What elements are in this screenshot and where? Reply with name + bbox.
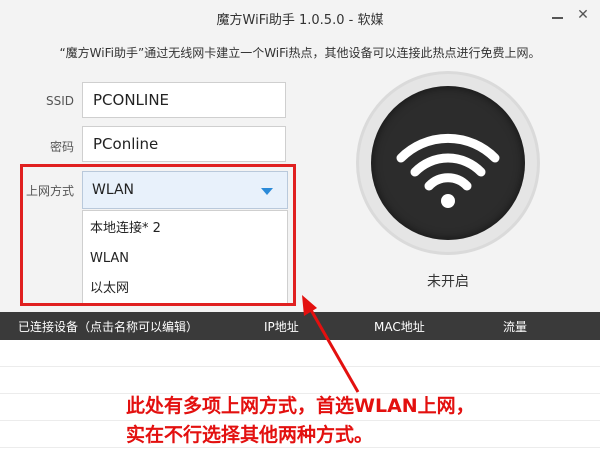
minimize-icon bbox=[551, 17, 563, 19]
wifi-icon bbox=[396, 133, 500, 208]
table-row-divider bbox=[0, 366, 600, 367]
column-header-mac[interactable]: MAC地址 bbox=[374, 318, 425, 335]
title-bar: 魔方WiFi助手 1.0.5.0 - 软媒 ✕ bbox=[0, 0, 600, 34]
annotation-line-1: 此处有多项上网方式，首选WLAN上网， bbox=[126, 395, 475, 417]
hotspot-button-face bbox=[371, 86, 525, 240]
app-window: 魔方WiFi助手 1.0.5.0 - 软媒 ✕ “魔方WiFi助手”通过无线网卡… bbox=[0, 0, 600, 475]
column-header-ip[interactable]: IP地址 bbox=[264, 318, 299, 335]
devices-table-header: 已连接设备（点击名称可以编辑） IP地址 MAC地址 流量 bbox=[0, 312, 600, 340]
password-input[interactable] bbox=[82, 126, 286, 162]
annotation-text: 此处有多项上网方式，首选WLAN上网， 实在不行选择其他两种方式。 bbox=[126, 392, 596, 450]
description-text: “魔方WiFi助手”通过无线网卡建立一个WiFi热点，其他设备可以连接此热点进行… bbox=[59, 46, 541, 60]
close-icon: ✕ bbox=[577, 7, 589, 23]
annotation-highlight-box bbox=[20, 164, 296, 306]
close-button[interactable]: ✕ bbox=[571, 4, 595, 26]
annotation-line-2: 实在不行选择其他两种方式。 bbox=[126, 424, 374, 446]
window-title: 魔方WiFi助手 1.0.5.0 - 软媒 bbox=[216, 13, 384, 28]
ssid-input[interactable] bbox=[82, 82, 286, 118]
password-label: 密码 bbox=[49, 140, 74, 154]
hotspot-toggle-button[interactable] bbox=[359, 74, 537, 252]
column-header-traffic[interactable]: 流量 bbox=[503, 318, 527, 335]
hotspot-status: 未开启 bbox=[427, 274, 469, 290]
ssid-label: SSID bbox=[45, 94, 74, 108]
minimize-button[interactable] bbox=[545, 4, 569, 26]
column-header-device[interactable]: 已连接设备（点击名称可以编辑） bbox=[18, 318, 198, 335]
